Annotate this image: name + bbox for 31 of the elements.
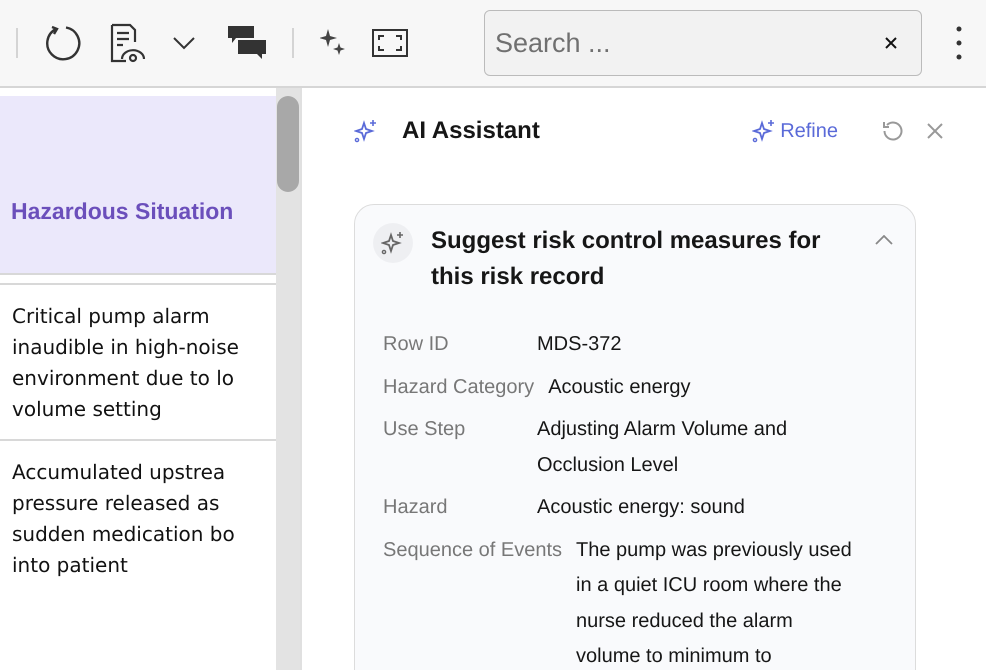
field-value: Acoustic energy: [548, 374, 690, 400]
field-label: Sequence of Events: [383, 538, 562, 562]
column-header[interactable]: Hazardous Situation: [0, 96, 276, 275]
sparkle-icon[interactable]: [320, 29, 346, 57]
panel-title: AI Assistant: [402, 117, 541, 145]
field-value: MDS-372: [537, 332, 622, 357]
field-label: Use Step: [383, 417, 466, 442]
scrollbar[interactable]: [276, 88, 300, 670]
refresh-icon[interactable]: [44, 24, 82, 62]
search-field[interactable]: Search ...: [484, 10, 922, 76]
more-icon[interactable]: [956, 26, 962, 60]
sparkle-icon: [354, 119, 378, 143]
refine-button[interactable]: Refine: [752, 119, 838, 143]
field-value: Adjusting Alarm Volume and Occlusion Level: [537, 417, 788, 478]
card-title: Suggest risk control measures for this risk record: [431, 226, 821, 292]
sparkle-icon: [752, 119, 776, 143]
field-value: Acoustic energy: sound: [537, 495, 745, 520]
chevron-up-icon[interactable]: [875, 235, 893, 245]
scrollbar-thumb[interactable]: [277, 96, 299, 192]
clear-icon[interactable]: [884, 36, 898, 50]
field-label: Hazard Category: [383, 374, 534, 400]
document-view-icon[interactable]: [108, 23, 146, 63]
field-label: Hazard: [383, 495, 448, 520]
sparkle-icon: [373, 223, 413, 263]
fullscreen-icon[interactable]: [372, 29, 408, 57]
close-icon[interactable]: [926, 122, 944, 140]
field-value: The pump was previously used in a quiet ICU room where the nurse reduced the alarm volume to minimum to: [576, 538, 853, 669]
comments-icon[interactable]: [228, 26, 266, 60]
field-label: Row ID: [383, 332, 450, 357]
chevron-down-icon[interactable]: [172, 36, 196, 50]
reset-icon[interactable]: [882, 120, 904, 142]
